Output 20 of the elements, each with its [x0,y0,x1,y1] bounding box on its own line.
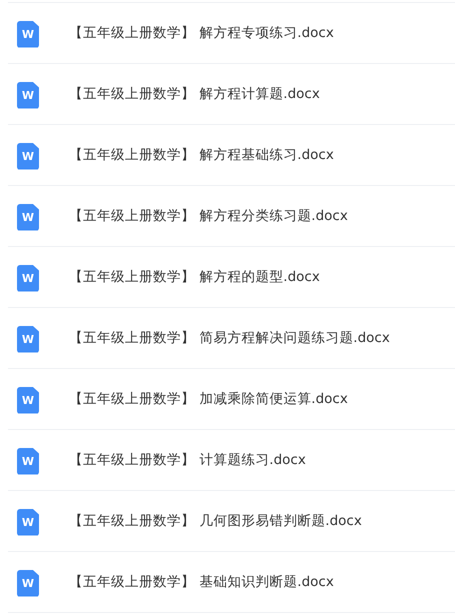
word-document-icon: W [17,82,39,108]
word-document-icon: W [17,448,39,474]
file-name[interactable]: 【五年级上册数学】 解方程分类练习题.docx [69,207,348,225]
word-document-icon: W [17,570,39,596]
file-name[interactable]: 【五年级上册数学】 解方程的题型.docx [69,268,320,286]
file-name[interactable]: 【五年级上册数学】 计算题练习.docx [69,451,306,469]
file-name[interactable]: 【五年级上册数学】 解方程基础练习.docx [69,146,334,164]
file-name[interactable]: 【五年级上册数学】 解方程计算题.docx [69,85,320,103]
file-name[interactable]: 【五年级上册数学】 基础知识判断题.docx [69,573,334,591]
word-document-icon: W [17,508,39,536]
file-name[interactable]: 【五年级上册数学】 几何图形易错判断题.docx [69,512,362,530]
word-document-icon: W [17,142,39,170]
file-name[interactable]: 【五年级上册数学】 解方程专项练习.docx [69,24,334,42]
word-document-icon: W [17,20,39,48]
file-name[interactable]: 【五年级上册数学】 加减乘除简便运算.docx [69,390,348,408]
word-document-icon: W [17,386,39,414]
file-name[interactable]: 【五年级上册数学】 简易方程解决问题练习题.docx [69,329,390,347]
word-document-icon: W [17,264,39,292]
word-document-icon: W [17,204,39,230]
word-document-icon: W [17,326,39,352]
